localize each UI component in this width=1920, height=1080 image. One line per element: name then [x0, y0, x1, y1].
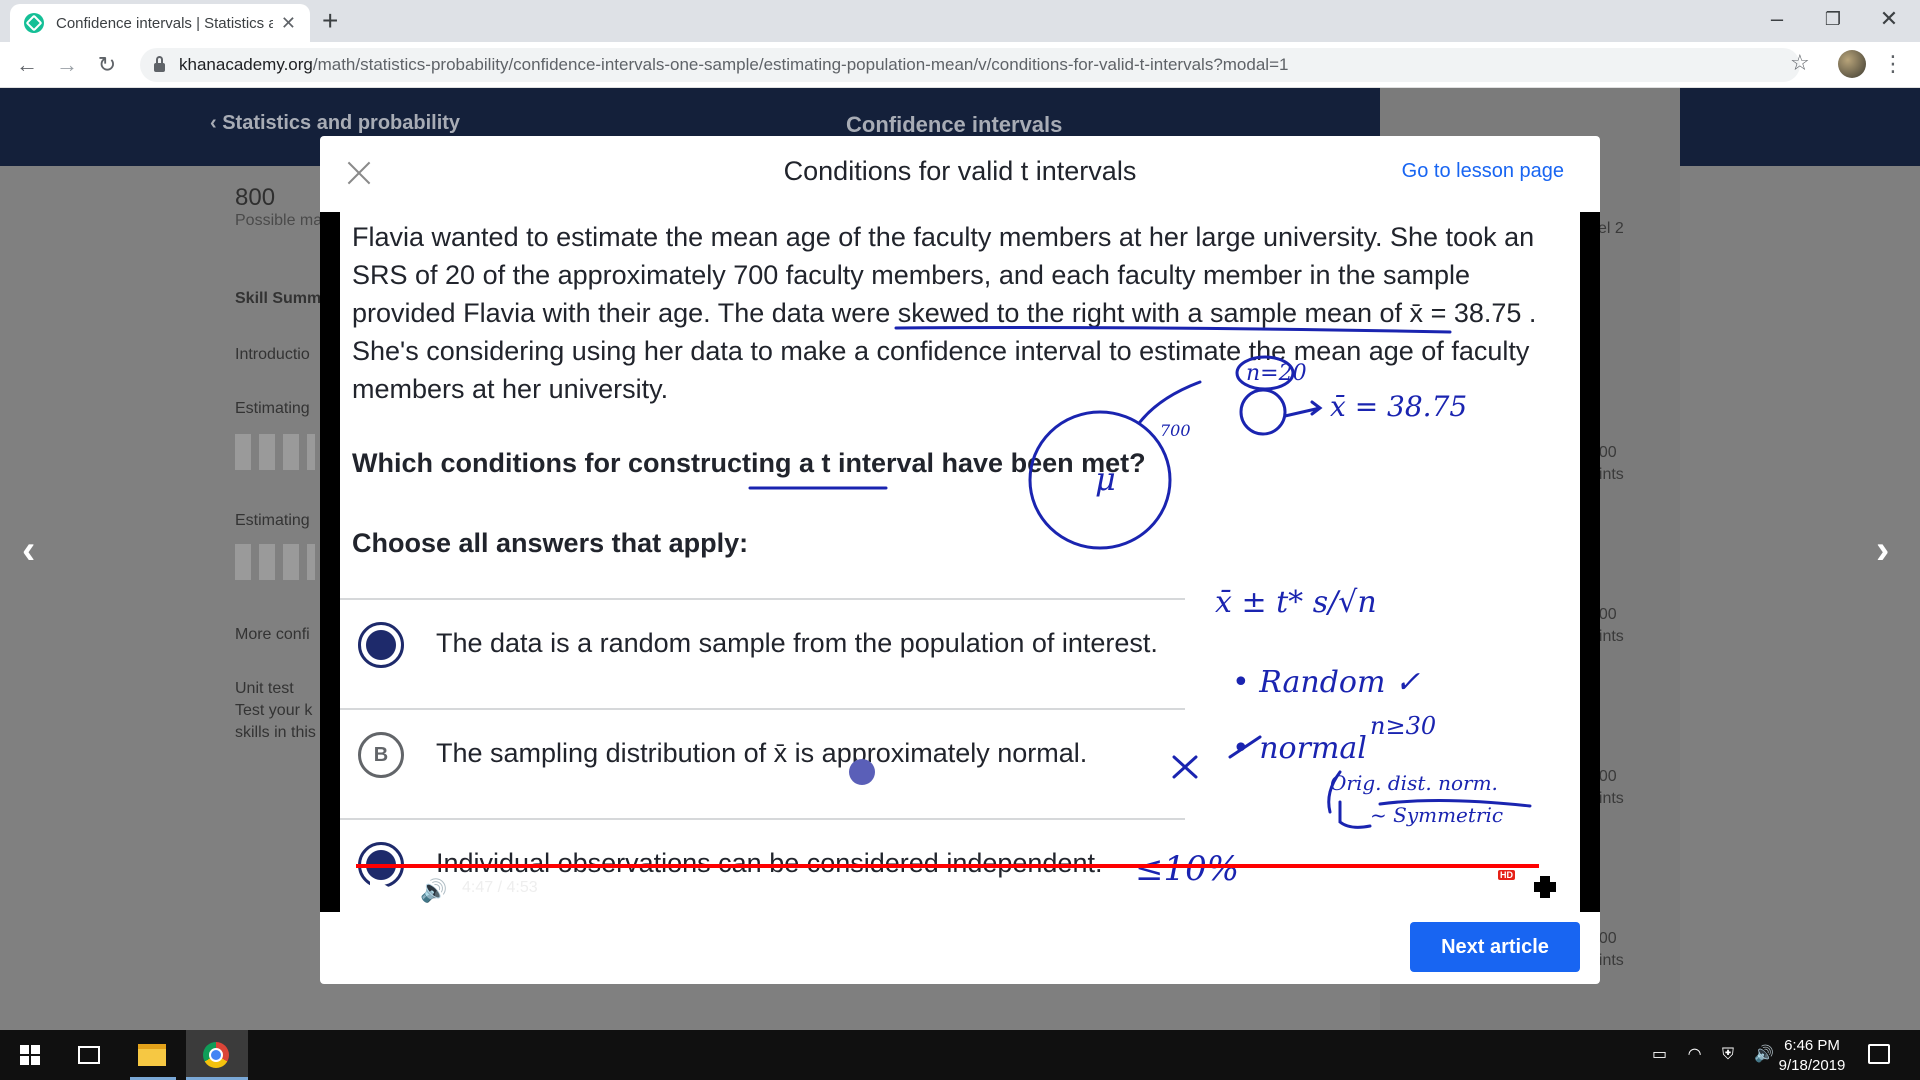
sidebar-item-unit-test[interactable]: Unit test	[235, 680, 294, 698]
go-to-lesson-link[interactable]: Go to lesson page	[1402, 160, 1564, 183]
sidebar-item-estimating-2[interactable]: Estimating	[235, 512, 310, 530]
chrome-taskbar-button[interactable]	[186, 1030, 248, 1080]
sidebar-item-estimating-1[interactable]: Estimating	[235, 400, 310, 418]
arrow-to-xbar	[1283, 400, 1323, 418]
next-article-button[interactable]: Next article	[1410, 922, 1580, 972]
browser-toolbar: ← → ↻ khanacademy.org/math/statistics-pr…	[0, 42, 1920, 88]
possible-points-label: Possible ma	[235, 212, 323, 229]
sample-circle	[1239, 388, 1287, 436]
arrow-to-sample	[1138, 380, 1202, 424]
address-bar[interactable]: khanacademy.org/math/statistics-probabil…	[140, 48, 1800, 82]
chrome-icon	[203, 1042, 229, 1068]
next-arrow-icon[interactable]: ›	[1876, 528, 1889, 573]
browser-menu-icon[interactable]: ⋮	[1882, 50, 1904, 78]
handwritten-annotations: n=20 700 x̄ = 38.75 μ x̄ ± t* s/√n • Ran…	[748, 326, 1532, 889]
clock-time: 6:46 PM	[1784, 1037, 1840, 1054]
clock[interactable]: 6:46 PM 9/18/2019	[1762, 1036, 1862, 1076]
note-xbar: x̄ = 38.75	[1330, 390, 1467, 423]
note-normal: • normal	[1232, 731, 1367, 766]
video-modal: Conditions for valid t intervals Go to l…	[320, 136, 1600, 984]
file-explorer-icon[interactable]	[138, 1044, 166, 1066]
back-to-course-link[interactable]: ‹ Statistics and probability	[210, 112, 460, 135]
clock-date: 9/18/2019	[1778, 1057, 1846, 1074]
note-population: 700	[1160, 421, 1191, 440]
video-player[interactable]: Flavia wanted to estimate the mean age o…	[320, 212, 1600, 912]
task-view-icon[interactable]	[78, 1046, 100, 1064]
note-n: n=20	[1246, 361, 1307, 386]
profile-avatar[interactable]	[1838, 50, 1866, 78]
forward-arrow-icon[interactable]: →	[52, 50, 82, 80]
sidebar-item-skill-summary[interactable]: Skill Summ	[235, 290, 321, 308]
tab-close-icon[interactable]: ✕	[281, 13, 296, 34]
browser-tabbar: Confidence intervals | Statistics a ✕ + …	[0, 0, 1920, 42]
close-window-button[interactable]: ✕	[1866, 4, 1912, 34]
back-arrow-icon[interactable]: ←	[12, 50, 42, 80]
browser-tab[interactable]: Confidence intervals | Statistics a ✕	[10, 4, 310, 42]
possible-points-value: 800	[235, 184, 276, 211]
x-mark	[1172, 755, 1198, 779]
unit-title: Confidence intervals	[846, 112, 1063, 137]
cursor-dot	[849, 759, 875, 785]
windows-start-icon[interactable]	[20, 1045, 40, 1065]
note-random: • Random ✓	[1232, 665, 1420, 700]
sidebar-item-more-confidence[interactable]: More confi	[235, 626, 310, 644]
note-formula: x̄ ± t* s/√n	[1215, 585, 1377, 620]
khan-academy-favicon-icon	[24, 13, 44, 33]
previous-arrow-icon[interactable]: ‹	[22, 528, 35, 573]
sidebar-item-introduction[interactable]: Introductio	[235, 346, 310, 364]
underline-skewed	[894, 326, 1452, 334]
video-content: Flavia wanted to estimate the mean age o…	[340, 212, 1580, 912]
note-orig: Orig. dist. norm.	[1330, 771, 1498, 795]
lock-icon	[154, 56, 165, 72]
maximize-button[interactable]: ❐	[1810, 4, 1856, 34]
bracket-2	[1338, 800, 1372, 829]
progress-bars	[235, 544, 315, 580]
progress-bars	[235, 434, 315, 470]
minimize-button[interactable]: –	[1754, 4, 1800, 34]
unit-test-desc: Test your k	[235, 702, 313, 719]
unit-test-desc: skills in this	[235, 724, 316, 741]
windows-taskbar: ▭ ◠ ⛨ 🔊 6:46 PM 9/18/2019	[0, 1030, 1920, 1080]
url-text: khanacademy.org/math/statistics-probabil…	[179, 55, 1289, 74]
note-n30: n≥30	[1370, 712, 1436, 740]
tab-title: Confidence intervals | Statistics a	[56, 14, 273, 32]
reload-icon[interactable]: ↻	[92, 50, 122, 80]
new-tab-button[interactable]: +	[322, 6, 338, 36]
notifications-icon[interactable]	[1868, 1044, 1890, 1064]
note-symmetric: ~ Symmetric	[1370, 803, 1503, 827]
note-mu: μ	[1095, 460, 1116, 498]
note-ten-percent: ≤10%	[1135, 849, 1239, 889]
bookmark-star-icon[interactable]: ☆	[1790, 50, 1810, 76]
